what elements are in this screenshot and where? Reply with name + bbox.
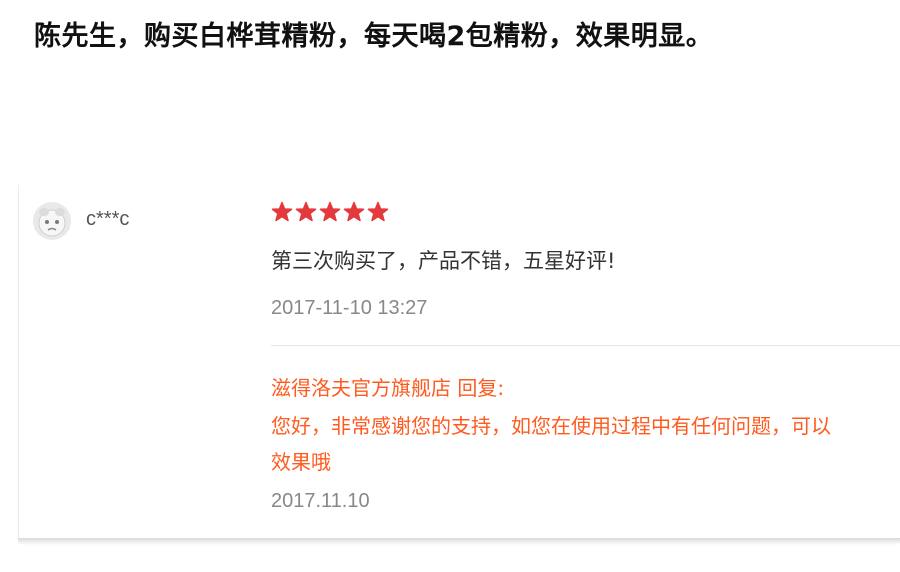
avatar-icon[interactable] <box>33 202 71 240</box>
star-icon <box>367 201 389 222</box>
star-icon <box>343 201 365 222</box>
seller-reply-heading: 滋得洛夫官方旗舰店 回复: <box>271 376 505 400</box>
seller-reply-body: 您好，非常感谢您的支持，如您在使用过程中有任何问题，可以 效果哦 <box>271 408 900 480</box>
reply-divider <box>271 345 900 346</box>
star-rating <box>271 201 389 223</box>
seller-reply-line: 您好，非常感谢您的支持，如您在使用过程中有任何问题，可以 <box>271 414 831 438</box>
star-icon <box>319 201 341 222</box>
seller-reply-date: 2017.11.10 <box>271 490 370 512</box>
card-bottom-shadow <box>18 538 900 543</box>
star-icon <box>295 201 317 222</box>
review-card <box>18 185 900 540</box>
page-headline: 陈先生，购买白桦茸精粉，每天喝2包精粉，效果明显。 <box>34 21 714 52</box>
star-icon <box>271 201 293 222</box>
reviewer-username: c***c <box>86 208 130 230</box>
review-date: 2017-11-10 13:27 <box>271 297 428 319</box>
seller-reply-line: 效果哦 <box>271 450 331 474</box>
avatar-face-icon <box>33 202 71 240</box>
review-comment: 第三次购买了，产品不错，五星好评! <box>271 249 616 273</box>
